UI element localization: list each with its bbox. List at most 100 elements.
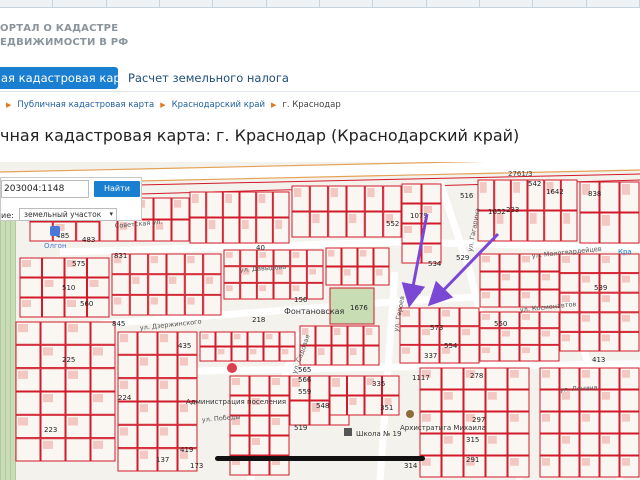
parcel[interactable] [309, 375, 330, 401]
parcel[interactable] [539, 433, 560, 456]
parcel[interactable] [290, 266, 307, 283]
find-button[interactable]: Найти [94, 181, 140, 197]
parcel[interactable] [148, 274, 167, 295]
parcel[interactable] [137, 331, 158, 355]
parcel[interactable] [519, 328, 540, 345]
parcel[interactable] [519, 271, 540, 290]
parcel[interactable] [153, 197, 172, 220]
parcel[interactable] [579, 292, 600, 313]
parcel[interactable] [346, 185, 365, 212]
parcel[interactable] [579, 253, 600, 274]
parcel[interactable] [263, 346, 280, 362]
parcel[interactable] [373, 247, 390, 267]
home-indicator[interactable] [215, 456, 425, 461]
parcel[interactable] [364, 211, 384, 238]
school-icon[interactable] [344, 428, 352, 436]
parcel[interactable] [499, 289, 520, 308]
breadcrumb-region[interactable]: Краснодарский край [172, 100, 265, 110]
parcel[interactable] [42, 297, 65, 318]
poi-label[interactable]: Архистратига Михаила [400, 424, 486, 432]
parcel[interactable] [347, 325, 364, 346]
parcel[interactable] [599, 181, 620, 213]
parcel[interactable] [419, 433, 442, 456]
parcel[interactable] [619, 212, 640, 244]
parcel[interactable] [203, 253, 222, 275]
parcel[interactable] [599, 312, 620, 332]
parcel[interactable] [249, 415, 270, 436]
parcel[interactable] [485, 455, 508, 478]
parcel[interactable] [206, 191, 223, 218]
parcel[interactable] [619, 253, 640, 274]
parcel[interactable] [65, 438, 91, 462]
parcel[interactable] [157, 354, 178, 379]
tab-cadastral-map[interactable]: ая кадастровая карта [0, 67, 118, 89]
parcel[interactable] [507, 433, 530, 456]
parcel[interactable] [289, 400, 310, 426]
parcel[interactable] [249, 375, 270, 396]
parcel[interactable] [306, 249, 324, 267]
parcel[interactable] [441, 455, 464, 478]
parcel[interactable] [419, 389, 442, 412]
tab-land-tax[interactable]: Расчет земельного налога [128, 67, 289, 89]
parcel[interactable] [87, 257, 110, 278]
parcel[interactable] [459, 307, 480, 327]
parcel[interactable] [485, 367, 508, 390]
parcel[interactable] [544, 210, 561, 242]
parcel[interactable] [579, 433, 600, 456]
parcel[interactable] [579, 212, 600, 244]
parcel[interactable] [129, 253, 149, 275]
parcel[interactable] [129, 294, 149, 316]
parcel[interactable] [357, 266, 374, 286]
parcel[interactable] [619, 331, 640, 352]
parcel[interactable] [279, 331, 296, 347]
parcel[interactable] [619, 292, 640, 313]
parcel[interactable] [421, 183, 442, 204]
parcel[interactable] [499, 253, 520, 272]
parcel[interactable] [240, 282, 257, 300]
parcel[interactable] [223, 266, 241, 283]
poi-label[interactable]: Олгон [44, 242, 67, 250]
parcel[interactable] [171, 219, 190, 242]
parcel[interactable] [137, 378, 158, 402]
parcel[interactable] [619, 433, 640, 456]
parcel[interactable] [341, 247, 358, 267]
parcel[interactable] [579, 331, 600, 352]
parcel[interactable] [117, 354, 138, 379]
parcel[interactable] [559, 312, 580, 332]
parcel[interactable] [40, 368, 66, 392]
parcel[interactable] [177, 424, 198, 449]
parcel[interactable] [40, 321, 66, 345]
parcel[interactable] [479, 271, 500, 290]
parcel[interactable] [189, 217, 207, 244]
search-type-select[interactable]: земельный участок ▾ [19, 208, 117, 221]
parcel[interactable] [117, 448, 138, 472]
parcel[interactable] [399, 326, 420, 345]
parcel[interactable] [459, 344, 480, 364]
parcel[interactable] [166, 253, 185, 275]
parcel[interactable] [166, 294, 185, 316]
poi-icon[interactable] [227, 363, 237, 373]
parcel[interactable] [539, 311, 560, 329]
parcel[interactable] [539, 344, 560, 362]
parcel[interactable] [599, 411, 620, 434]
parcel[interactable] [463, 389, 486, 412]
parcel[interactable] [559, 273, 580, 293]
parcel[interactable] [559, 411, 580, 434]
parcel[interactable] [29, 221, 53, 242]
parcel[interactable] [90, 368, 116, 392]
parcel[interactable] [184, 274, 204, 295]
parcel[interactable] [15, 344, 41, 369]
poi-label[interactable]: Школа № 19 [356, 430, 401, 438]
parcel[interactable] [325, 266, 342, 286]
parcel[interactable] [485, 411, 508, 434]
parcel[interactable] [559, 455, 580, 478]
parcel[interactable] [510, 210, 528, 242]
parcel[interactable] [347, 375, 365, 396]
parcel[interactable] [507, 389, 530, 412]
parcel[interactable] [269, 435, 290, 456]
parcel[interactable] [579, 389, 600, 412]
parcel[interactable] [441, 367, 464, 390]
parcel[interactable] [239, 191, 257, 218]
parcel[interactable] [256, 217, 273, 244]
parcel[interactable] [117, 401, 138, 425]
